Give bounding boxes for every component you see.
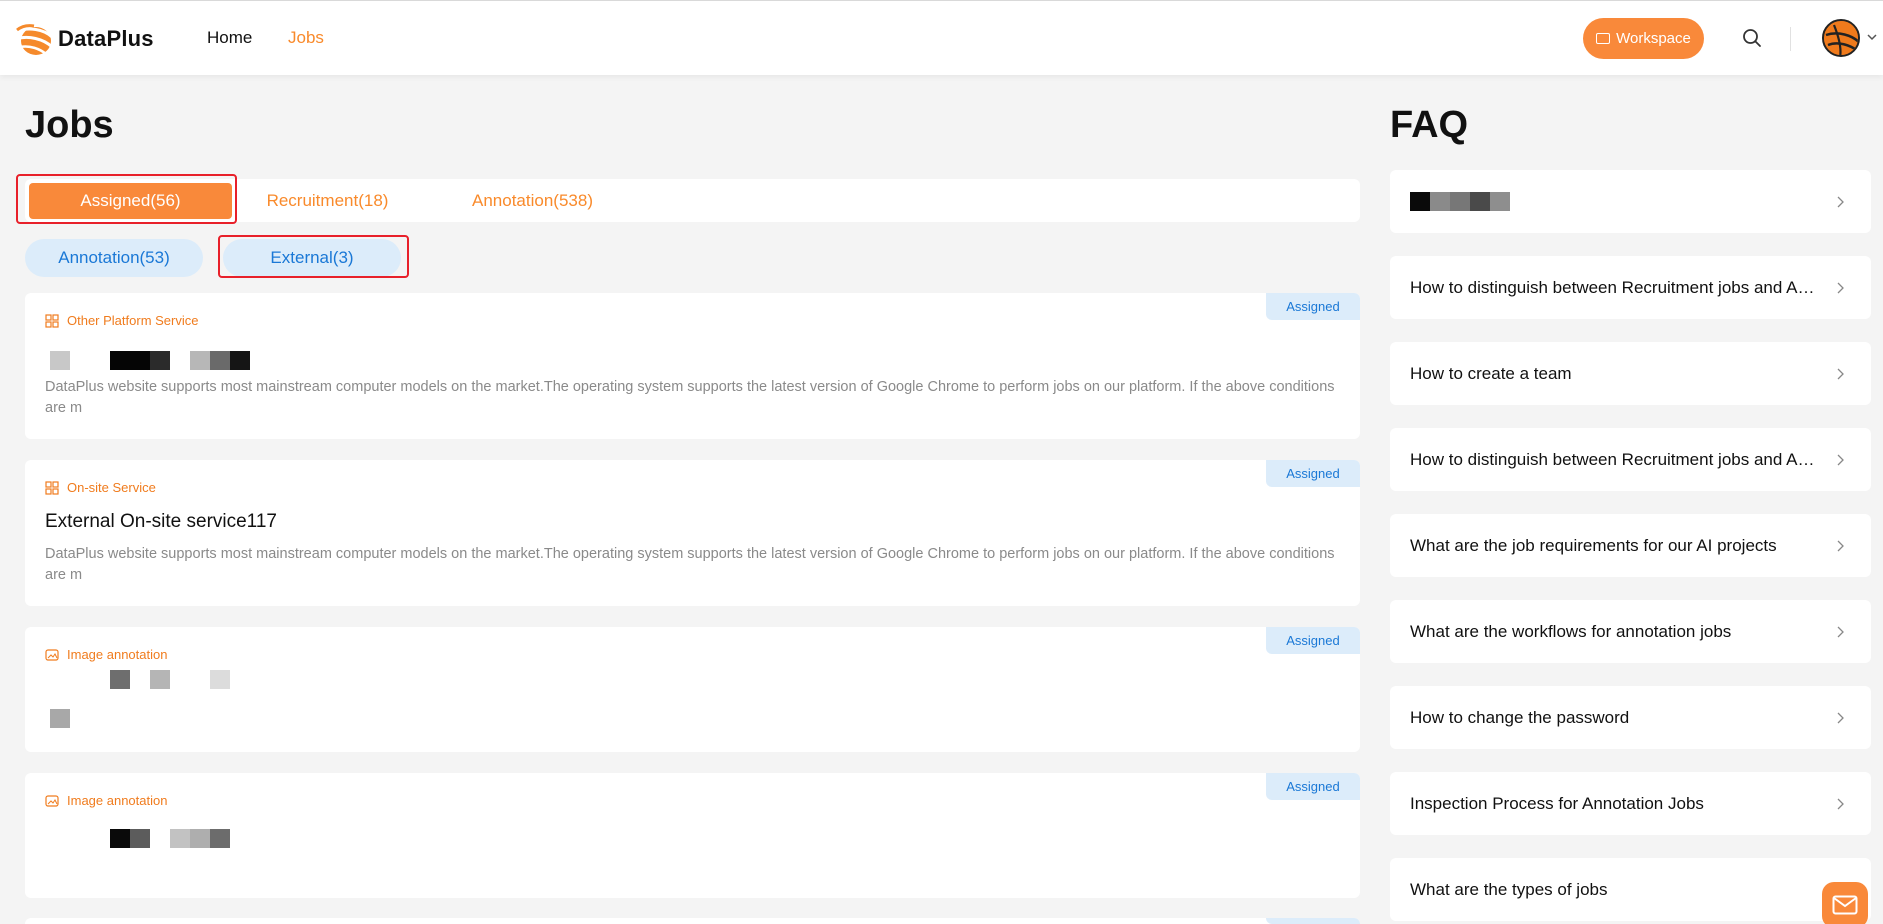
job-title: External On-site service117 [45,511,277,532]
job-category-label: Other Platform Service [67,313,199,328]
header-divider [1790,27,1791,51]
workspace-icon [1596,33,1611,44]
faq-item-label: What are the job requirements for our AI… [1410,535,1777,555]
chevron-right-icon [1837,798,1844,810]
faq-item[interactable]: How to change the password [1390,686,1871,749]
subtab-annotation[interactable]: Annotation(53) [25,239,203,277]
job-card[interactable]: Assigned Other Platform Service DataPlus… [25,293,1360,439]
faq-item[interactable]: How to distinguish between Recruitment j… [1390,256,1871,319]
page-title: Jobs [25,104,114,146]
avatar-image [1824,21,1858,55]
faq-item[interactable]: What are the workflows for annotation jo… [1390,600,1871,663]
search-icon[interactable] [1741,27,1763,49]
job-category-label: Image annotation [67,793,168,808]
faq-item-label: What are the types of jobs [1410,879,1608,899]
chevron-right-icon [1837,626,1844,638]
job-category-label: Image annotation [67,647,168,662]
job-category: Image annotation [45,793,167,808]
faq-item-label: How to distinguish between Recruitment j… [1410,277,1815,297]
nav-home[interactable]: Home [207,28,252,48]
brand-name: DataPlus [58,26,154,51]
tab-recruitment[interactable]: Recruitment(18) [240,179,415,222]
chevron-down-icon[interactable] [1866,31,1878,43]
faq-item[interactable] [1390,170,1871,233]
faq-item[interactable]: How to distinguish between Recruitment j… [1390,428,1871,491]
job-description: DataPlus website supports most mainstrea… [45,546,1335,583]
chevron-right-icon [1837,368,1844,380]
message-button[interactable] [1822,882,1868,924]
faq-item-label: How to distinguish between Recruitment j… [1410,449,1815,469]
job-card[interactable] [25,918,1360,924]
workspace-label: Workspace [1616,30,1691,47]
job-card[interactable]: Assigned On-site Service External On-sit… [25,460,1360,606]
tab-annotation[interactable]: Annotation(538) [445,179,620,222]
job-category: Other Platform Service [45,313,199,328]
job-tabs: Assigned(56) Recruitment(18) Annotation(… [25,179,1360,222]
status-badge: Assigned [1266,773,1360,800]
job-description: DataPlus website supports most mainstrea… [45,379,1335,416]
grid-icon [45,480,59,495]
chevron-right-icon [1837,196,1844,208]
status-badge: Assigned [1266,460,1360,487]
status-badge: Assigned [1266,293,1360,320]
faq-item-label: How to change the password [1410,707,1630,727]
job-card[interactable]: Assigned Image annotation [25,627,1360,752]
faq-item-label: What are the workflows for annotation jo… [1410,621,1732,641]
faq-item-label: Inspection Process for Annotation Jobs [1410,793,1704,813]
job-category-label: On-site Service [67,480,156,495]
logo-icon [15,24,54,55]
job-category: On-site Service [45,480,156,495]
chevron-right-icon [1837,540,1844,552]
job-category: Image annotation [45,647,167,662]
faq-item[interactable]: What are the types of jobs [1390,858,1871,921]
logo[interactable]: DataPlus [14,21,154,57]
top-navbar: DataPlus Home Jobs Workspace [0,0,1883,75]
chevron-right-icon [1837,712,1844,724]
workspace-button[interactable]: Workspace [1583,18,1704,59]
status-badge: Assigned [1266,627,1360,654]
chevron-right-icon [1837,282,1844,294]
faq-item[interactable]: How to create a team [1390,342,1871,405]
faq-item[interactable]: Inspection Process for Annotation Jobs [1390,772,1871,835]
chevron-right-icon [1837,454,1844,466]
subtab-external[interactable]: External(3) [223,239,401,277]
job-card[interactable]: Assigned Image annotation [25,773,1360,898]
faq-item[interactable]: What are the job requirements for our AI… [1390,514,1871,577]
status-badge [1266,918,1360,924]
grid-icon [45,313,59,328]
nav-jobs[interactable]: Jobs [288,28,324,48]
faq-title: FAQ [1390,104,1469,146]
tab-assigned[interactable]: Assigned(56) [29,183,232,219]
faq-item-label: How to create a team [1410,363,1572,383]
mail-icon [1832,895,1858,915]
avatar[interactable] [1822,19,1860,57]
redacted-faq-title [1410,192,1530,211]
image-annotation-icon [45,794,59,807]
image-annotation-icon [45,648,59,661]
